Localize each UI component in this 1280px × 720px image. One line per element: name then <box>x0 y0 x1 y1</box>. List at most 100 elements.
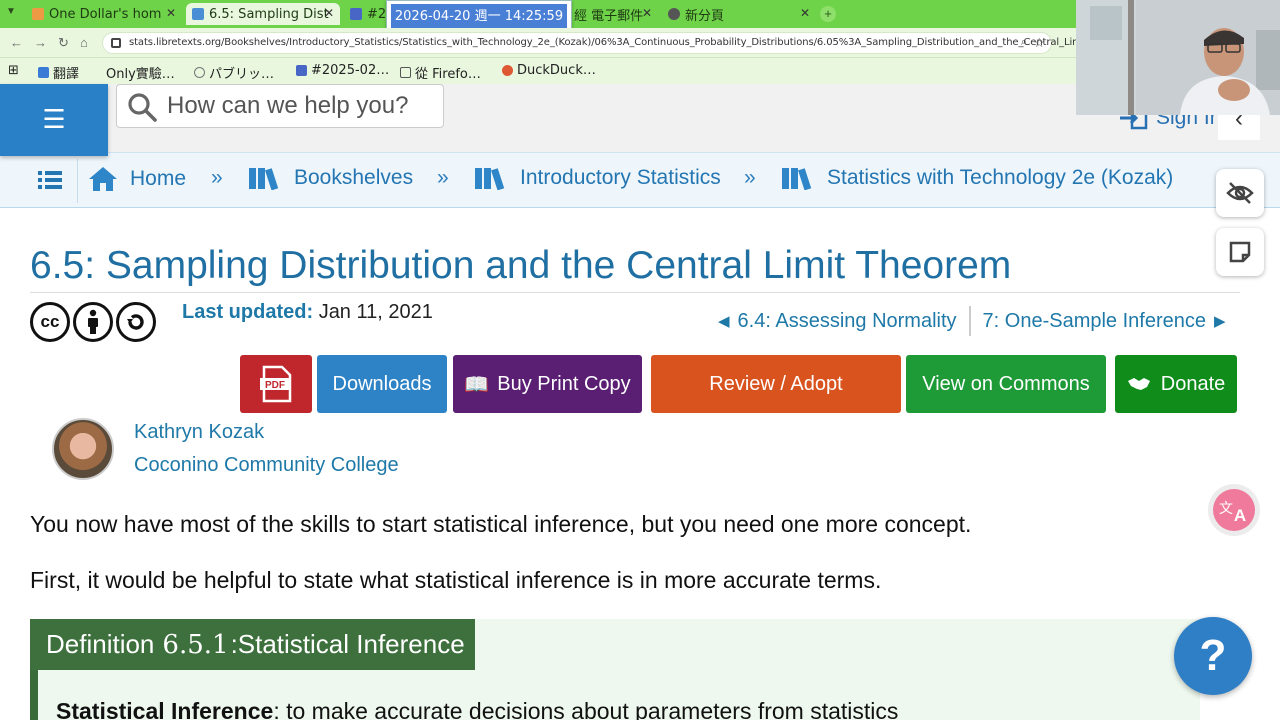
site-info-icon[interactable] <box>111 38 121 48</box>
share-alike-icon <box>127 314 144 330</box>
tab-label: 6.5: Sampling Dist <box>209 6 329 22</box>
forward-arrow-icon[interactable]: → <box>34 35 47 50</box>
search-icon <box>128 93 157 122</box>
author-org-link[interactable]: Coconino Community College <box>134 454 399 477</box>
paragraph: You now have most of the skills to start… <box>30 511 972 537</box>
books-icon <box>475 168 505 190</box>
tab-label: 新分頁 <box>685 8 725 24</box>
pdf-icon: PDF <box>260 365 292 403</box>
eye-slash-icon <box>1226 182 1254 204</box>
breadcrumb-statistics-with-technology[interactable]: Statistics with Technology 2e (Kozak) <box>781 166 1173 190</box>
folder-icon <box>400 67 411 78</box>
table-of-contents-icon[interactable] <box>36 168 64 192</box>
author-name-link[interactable]: Kathryn Kozak <box>134 421 264 444</box>
browser-tab[interactable]: One Dollar's hom ✕ <box>26 3 182 25</box>
person-icon <box>88 309 98 334</box>
address-bar[interactable]: stats.libretexts.org/Bookshelves/Introdu… <box>102 32 1137 54</box>
svg-text:文: 文 <box>1219 501 1233 517</box>
browser-tab[interactable]: 新分頁 ✕ <box>662 3 816 25</box>
bookmark-item[interactable]: 翻譯 <box>38 63 79 82</box>
pdf-button[interactable]: PDF <box>240 355 312 413</box>
pdf-icon-label: PDF <box>265 380 285 391</box>
breadcrumb-bookshelves[interactable]: Bookshelves <box>248 166 413 190</box>
close-icon[interactable]: ✕ <box>800 6 810 20</box>
browser-tab-active[interactable]: 6.5: Sampling Dist ✕ <box>186 3 340 25</box>
last-updated: Last updated: Jan 11, 2021 <box>182 301 433 323</box>
webcam-presenter-image <box>1076 0 1280 115</box>
handshake-icon <box>1127 378 1150 390</box>
paragraph: First, it would be helpful to state what… <box>30 567 882 593</box>
books-icon <box>782 168 812 190</box>
page-title: 6.5: Sampling Distribution and the Centr… <box>30 244 1012 287</box>
translate-favicon-icon <box>38 67 49 78</box>
help-button[interactable]: ? <box>1174 617 1252 695</box>
tab-label: 經 電子郵件 <box>574 8 644 24</box>
webcam-overlay <box>1076 0 1280 115</box>
search-box[interactable] <box>116 84 444 128</box>
bookmark-item[interactable]: #2025-02… <box>296 63 389 78</box>
search-input[interactable] <box>167 92 437 120</box>
definition-header: Definition 6.5.1 :Statistical Inference <box>30 619 475 670</box>
apps-grid-icon[interactable]: ⊞ <box>8 63 19 78</box>
svg-text:A: A <box>1234 506 1246 525</box>
by-icon <box>73 302 113 342</box>
breadcrumb-separator: » <box>744 166 756 189</box>
notes-button[interactable] <box>1216 228 1264 276</box>
url-text: stats.libretexts.org/Bookshelves/Introdu… <box>129 37 1137 48</box>
breadcrumb: Home » Bookshelves » Introductory Statis… <box>0 152 1280 208</box>
bookmark-folder[interactable]: 從 Firefo… <box>400 63 481 82</box>
license-icons[interactable]: cc <box>30 302 156 342</box>
favicon-icon <box>668 8 680 20</box>
title-divider <box>30 292 1240 293</box>
main-menu-hamburger-icon[interactable]: ☰ <box>0 84 108 156</box>
close-icon[interactable]: ✕ <box>166 6 176 20</box>
author-avatar <box>52 418 114 480</box>
favicon-icon <box>32 8 44 20</box>
clock-text: 2026-04-20 週一 14:25:59 <box>391 4 567 30</box>
bookmark-item[interactable]: パブリッ… <box>194 63 274 82</box>
close-icon[interactable]: ✕ <box>642 6 652 20</box>
new-tab-plus-icon[interactable]: + <box>820 6 836 22</box>
browser-tab[interactable]: #20 <box>344 3 388 25</box>
bookmark-star-icon[interactable]: ☆ <box>1033 35 1045 51</box>
sticky-note-icon <box>1229 241 1251 263</box>
tab-list-chevron-icon[interactable]: ▼ <box>6 6 16 17</box>
tab-label: #20 <box>367 6 388 22</box>
favicon-icon <box>350 8 362 20</box>
page-navigation: ◀ 6.4: Assessing Normality 7: One-Sample… <box>718 306 1226 336</box>
breadcrumb-divider <box>77 159 78 203</box>
books-icon <box>249 168 279 190</box>
home-icon[interactable]: ⌂ <box>80 35 88 50</box>
downloads-button[interactable]: Downloads <box>317 355 447 413</box>
bookmark-item[interactable]: DuckDuck… <box>502 63 596 78</box>
breadcrumb-home[interactable]: Home <box>88 166 186 192</box>
prev-page-link[interactable]: ◀ 6.4: Assessing Normality <box>718 310 957 333</box>
favicon-icon <box>192 8 204 20</box>
triangle-left-icon: ◀ <box>718 313 730 330</box>
breadcrumb-separator: » <box>437 166 449 189</box>
home-icon <box>89 167 117 191</box>
close-icon[interactable]: ✕ <box>324 6 334 20</box>
browser-tab[interactable]: 經 電子郵件 ✕ <box>568 3 658 25</box>
next-page-link[interactable]: 7: One-Sample Inference ▶ <box>983 310 1226 333</box>
translate-button[interactable]: 文 A <box>1208 484 1260 536</box>
readability-toggle-button[interactable] <box>1216 169 1264 217</box>
zoom-icon[interactable]: ⌕ <box>1021 36 1027 49</box>
nav-divider <box>968 306 971 336</box>
translate-icon: 文 A <box>1213 489 1255 531</box>
view-on-commons-button[interactable]: View on Commons <box>906 355 1106 413</box>
reload-icon[interactable]: ↻ <box>58 35 69 51</box>
breadcrumb-introductory-statistics[interactable]: Introductory Statistics <box>474 166 721 190</box>
buy-print-copy-button[interactable]: 📖 Buy Print Copy <box>453 355 642 413</box>
sa-icon <box>116 302 156 342</box>
cc-icon: cc <box>30 302 70 342</box>
definition-text: Statistical Inference: to make accurate … <box>56 698 899 720</box>
donate-button[interactable]: Donate <box>1115 355 1237 413</box>
review-adopt-button[interactable]: Review / Adopt <box>651 355 901 413</box>
doc-favicon-icon <box>296 65 307 76</box>
bookmark-item[interactable]: Only實驗… <box>106 63 175 82</box>
back-arrow-icon[interactable]: ← <box>10 35 23 50</box>
triangle-right-icon: ▶ <box>1214 313 1226 330</box>
tab-label: One Dollar's hom <box>49 6 162 22</box>
globe-icon <box>194 67 205 78</box>
